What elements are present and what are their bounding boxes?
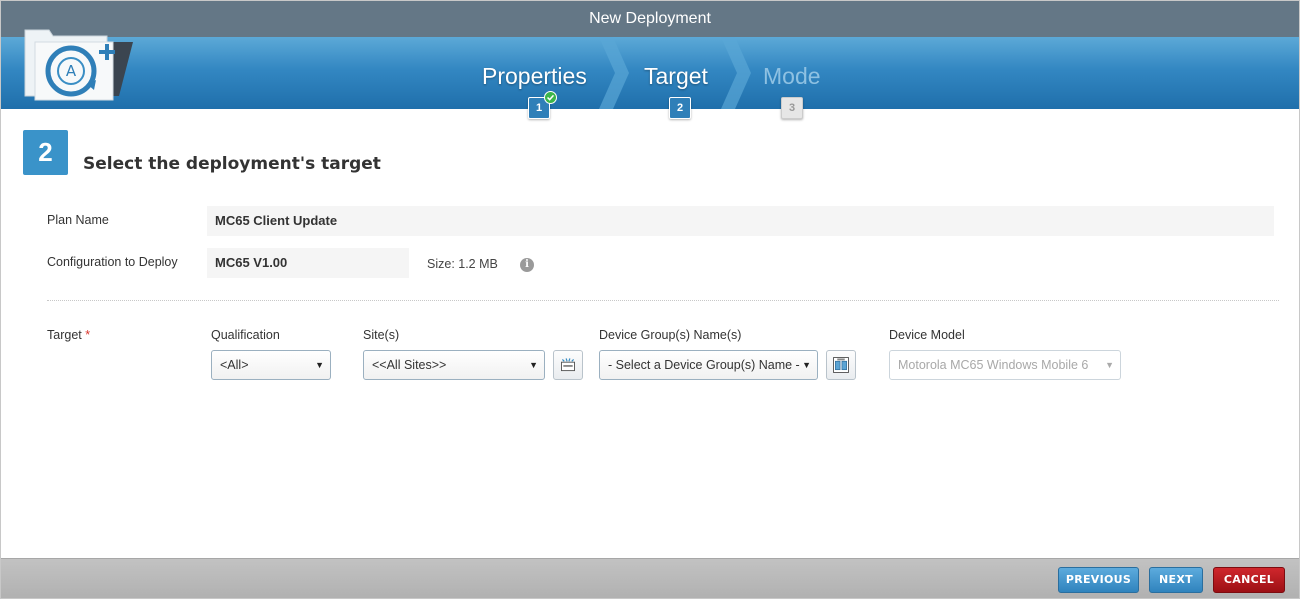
chevron-down-icon: ▼ <box>802 360 811 370</box>
device-model-value: Motorola MC65 Windows Mobile 6 <box>898 358 1089 372</box>
device-group-browse-button[interactable] <box>826 350 856 380</box>
required-marker: * <box>85 328 91 342</box>
section-number-badge: 2 <box>23 130 68 175</box>
step-number-3: 3 <box>781 97 803 119</box>
deployment-logo-icon: A <box>24 29 133 101</box>
window-title: New Deployment <box>1 1 1299 37</box>
next-button[interactable]: NEXT <box>1149 567 1203 593</box>
device-groups-value: - Select a Device Group(s) Name - <box>608 358 800 372</box>
step-number-1-label: 1 <box>535 102 543 114</box>
info-icon[interactable]: i <box>520 258 534 272</box>
step-number-2: 2 <box>669 97 691 119</box>
check-icon <box>544 91 557 104</box>
device-groups-label: Device Group(s) Name(s) <box>599 328 742 342</box>
device-group-browse-icon <box>833 357 849 373</box>
wizard-header: A Properties Target Mode 1 2 3 <box>1 29 1299 119</box>
device-model-label: Device Model <box>889 328 965 342</box>
qualification-value: <All> <box>220 358 249 372</box>
sites-value: <<All Sites>> <box>372 358 447 372</box>
step-number-1: 1 <box>528 91 557 119</box>
target-label: Target * <box>47 328 90 342</box>
previous-button[interactable]: PREVIOUS <box>1058 567 1139 593</box>
step-separator-2 <box>721 37 751 109</box>
section-divider <box>47 300 1279 301</box>
chevron-down-icon: ▼ <box>1105 360 1114 370</box>
site-browse-icon <box>561 358 575 372</box>
section-title: Select the deployment's target <box>83 154 381 174</box>
configuration-label: Configuration to Deploy <box>47 255 178 269</box>
device-model-select: Motorola MC65 Windows Mobile 6 ▼ <box>889 350 1121 380</box>
qualification-select[interactable]: <All> ▼ <box>211 350 331 380</box>
step-mode: Mode <box>763 63 821 89</box>
target-label-text: Target <box>47 328 82 342</box>
chevron-down-icon: ▼ <box>529 360 538 370</box>
device-groups-select[interactable]: - Select a Device Group(s) Name - ▼ <box>599 350 818 380</box>
sites-label: Site(s) <box>363 328 400 342</box>
cancel-button[interactable]: CANCEL <box>1213 567 1285 593</box>
plan-name-label: Plan Name <box>47 213 109 227</box>
new-deployment-dialog: New Deployment A Properties Target Mode … <box>0 0 1300 599</box>
svg-text:A: A <box>66 62 77 80</box>
site-browse-button[interactable] <box>553 350 583 380</box>
configuration-value: MC65 V1.00 <box>207 248 409 278</box>
qualification-label: Qualification <box>211 328 280 342</box>
sites-select[interactable]: <<All Sites>> ▼ <box>363 350 545 380</box>
step-target[interactable]: Target <box>644 63 708 90</box>
step-separator-1 <box>599 37 629 109</box>
footer-bar: PREVIOUS NEXT CANCEL <box>1 558 1299 598</box>
configuration-size: Size: 1.2 MB <box>427 257 498 271</box>
chevron-down-icon: ▼ <box>315 360 324 370</box>
plan-name-value: MC65 Client Update <box>207 206 1274 236</box>
step-properties[interactable]: Properties <box>482 63 587 90</box>
